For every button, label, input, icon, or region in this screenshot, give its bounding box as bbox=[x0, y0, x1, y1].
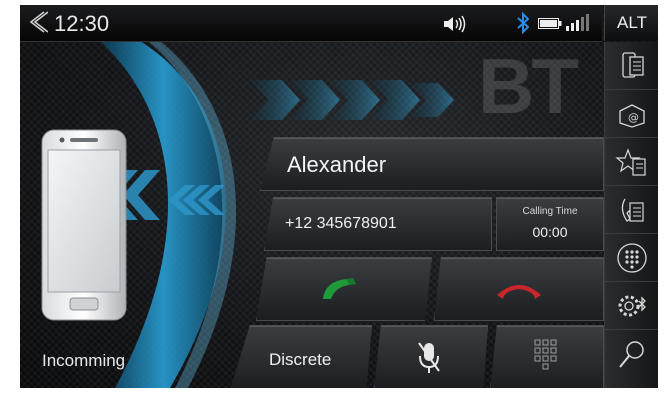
signal-icon bbox=[566, 14, 589, 31]
call-log-button[interactable] bbox=[605, 186, 658, 234]
keypad-grid-icon bbox=[534, 339, 557, 370]
reject-call-button[interactable] bbox=[434, 257, 604, 321]
accept-call-button[interactable] bbox=[256, 257, 432, 321]
dialpad-button[interactable] bbox=[605, 234, 658, 282]
smartphone-icon bbox=[41, 129, 127, 321]
battery-icon bbox=[538, 18, 562, 29]
phone-handset-red-icon bbox=[497, 285, 541, 299]
call-log-icon bbox=[621, 198, 644, 222]
favorites-icon bbox=[615, 147, 646, 176]
discrete-button[interactable]: Discrete bbox=[230, 325, 372, 388]
calling-time-label: Calling Time bbox=[522, 206, 578, 217]
calling-time-panel: Calling Time 00:00 bbox=[496, 197, 604, 251]
side-menu: @ bbox=[604, 42, 658, 388]
address-book-button[interactable]: @ bbox=[605, 90, 658, 138]
status-bar: 12:30 bbox=[20, 5, 602, 42]
favorites-button[interactable] bbox=[605, 138, 658, 186]
svg-text:@: @ bbox=[628, 111, 639, 124]
search-button[interactable] bbox=[605, 330, 658, 377]
contact-name-panel: Alexander bbox=[260, 137, 604, 191]
bluetooth-settings-icon bbox=[618, 295, 646, 316]
mute-microphone-button[interactable] bbox=[374, 325, 488, 388]
call-status-label: Incomming bbox=[42, 351, 126, 370]
clock-time: 12:30 bbox=[54, 11, 110, 36]
phone-number-panel: +12 345678901 bbox=[264, 197, 492, 251]
calling-time-value: 00:00 bbox=[532, 224, 568, 240]
volume-icon bbox=[444, 15, 466, 33]
dialpad-icon bbox=[617, 242, 647, 273]
address-book-icon: @ bbox=[619, 103, 645, 128]
phone-handset-green-icon bbox=[323, 278, 356, 299]
phone-contacts-icon bbox=[622, 51, 644, 78]
alt-button[interactable]: ALT bbox=[604, 5, 658, 41]
contact-name: Alexander bbox=[287, 152, 387, 177]
phone-contacts-button[interactable] bbox=[605, 42, 658, 90]
search-icon bbox=[619, 340, 644, 368]
phone-number: +12 345678901 bbox=[285, 215, 397, 232]
microphone-muted-icon bbox=[418, 342, 440, 373]
back-chevron-icon[interactable] bbox=[26, 9, 48, 35]
bluetooth-settings-button[interactable] bbox=[605, 282, 658, 330]
bluetooth-icon bbox=[517, 12, 529, 34]
keypad-button[interactable] bbox=[490, 325, 604, 388]
discrete-label: Discrete bbox=[269, 350, 332, 369]
phone-call-screen: BT Incomming 12:30 ALT @ Alexander +12 3… bbox=[20, 5, 658, 388]
